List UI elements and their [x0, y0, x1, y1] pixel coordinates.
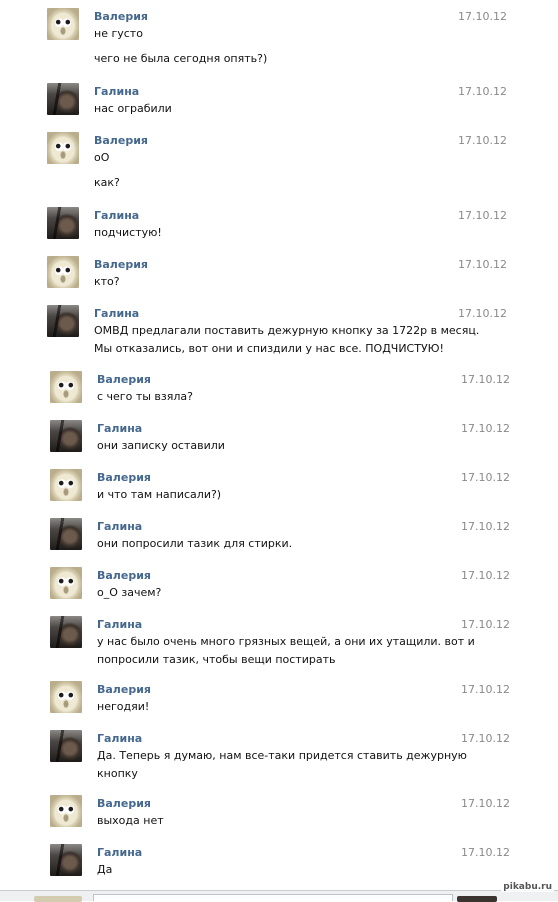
cat-avatar[interactable]: [50, 469, 82, 501]
message-author[interactable]: Валерия: [97, 797, 151, 810]
message-date: 17.10.12: [461, 569, 510, 582]
message-author[interactable]: Галина: [97, 520, 142, 533]
message-date: 17.10.12: [461, 422, 510, 435]
message-text: они записку оставили: [97, 439, 225, 452]
message-author[interactable]: Галина: [97, 618, 142, 631]
message-text: попросили тазик, чтобы вещи постирать: [97, 653, 336, 666]
message-author[interactable]: Галина: [94, 307, 139, 320]
dark-portrait-avatar[interactable]: [47, 207, 79, 239]
message-text: у нас было очень много грязных вещей, а …: [97, 635, 475, 648]
message-date: 17.10.12: [461, 373, 510, 386]
message-author[interactable]: Галина: [97, 846, 142, 859]
cat-avatar[interactable]: [50, 681, 82, 713]
cat-avatar[interactable]: [50, 795, 82, 827]
message-date: 17.10.12: [461, 471, 510, 484]
message-text: с чего ты взяла?: [97, 390, 193, 403]
message-date: 17.10.12: [458, 307, 507, 320]
message-author[interactable]: Валерия: [94, 134, 148, 147]
message-date: 17.10.12: [458, 258, 507, 271]
own-avatar: [34, 896, 82, 902]
message-date: 17.10.12: [458, 209, 507, 222]
message-author[interactable]: Галина: [94, 209, 139, 222]
dark-portrait-avatar[interactable]: [50, 616, 82, 648]
message-author[interactable]: Валерия: [97, 373, 151, 386]
message-date: 17.10.12: [461, 683, 510, 696]
message-author[interactable]: Валерия: [94, 258, 148, 271]
cat-avatar[interactable]: [50, 371, 82, 403]
recipient-avatar: [457, 896, 497, 902]
message-text: они попросили тазик для стирки.: [97, 537, 293, 550]
message-date: 17.10.12: [461, 797, 510, 810]
message-text: о_О зачем?: [97, 586, 162, 599]
dark-portrait-avatar[interactable]: [47, 305, 79, 337]
message-date: 17.10.12: [458, 10, 507, 23]
message-text: кто?: [94, 275, 120, 288]
message-author[interactable]: Галина: [97, 732, 142, 745]
message-text: Да. Теперь я думаю, нам все-таки придетс…: [97, 749, 467, 762]
cat-avatar[interactable]: [47, 132, 79, 164]
message-date: 17.10.12: [461, 520, 510, 533]
message-text: и что там написали?): [97, 488, 222, 501]
message-text: оО: [94, 151, 110, 164]
message-text: ОМВД предлагали поставить дежурную кнопк…: [94, 324, 480, 337]
message-date: 17.10.12: [461, 732, 510, 745]
message-author[interactable]: Валерия: [97, 569, 151, 582]
dark-portrait-avatar[interactable]: [50, 844, 82, 876]
message-author[interactable]: Валерия: [94, 10, 148, 23]
message-text: Мы отказались, вот они и спиздили у нас …: [94, 342, 444, 355]
message-author[interactable]: Галина: [97, 422, 142, 435]
dark-portrait-avatar[interactable]: [50, 518, 82, 550]
message-text: кнопку: [97, 767, 138, 780]
dark-portrait-avatar[interactable]: [50, 730, 82, 762]
watermark: pikabu.ru: [501, 882, 554, 892]
message-text: не густо: [94, 27, 143, 40]
message-author[interactable]: Валерия: [97, 683, 151, 696]
message-date: 17.10.12: [461, 846, 510, 859]
cat-avatar[interactable]: [47, 256, 79, 288]
message-text: негодяи!: [97, 700, 150, 713]
cat-avatar[interactable]: [47, 8, 79, 40]
dark-portrait-avatar[interactable]: [50, 420, 82, 452]
message-author[interactable]: Галина: [94, 85, 139, 98]
message-text: нас ограбили: [94, 102, 172, 115]
message-author[interactable]: Валерия: [97, 471, 151, 484]
message-date: 17.10.12: [458, 85, 507, 98]
dark-portrait-avatar[interactable]: [47, 83, 79, 115]
cat-avatar[interactable]: [50, 567, 82, 599]
message-text: выхода нет: [97, 814, 164, 827]
message-text: Да: [97, 863, 113, 876]
message-text: чего не была сегодня опять?): [94, 52, 268, 65]
message-date: 17.10.12: [458, 134, 507, 147]
message-text: как?: [94, 176, 120, 189]
message-date: 17.10.12: [461, 618, 510, 631]
message-text: подчистую!: [94, 226, 162, 239]
